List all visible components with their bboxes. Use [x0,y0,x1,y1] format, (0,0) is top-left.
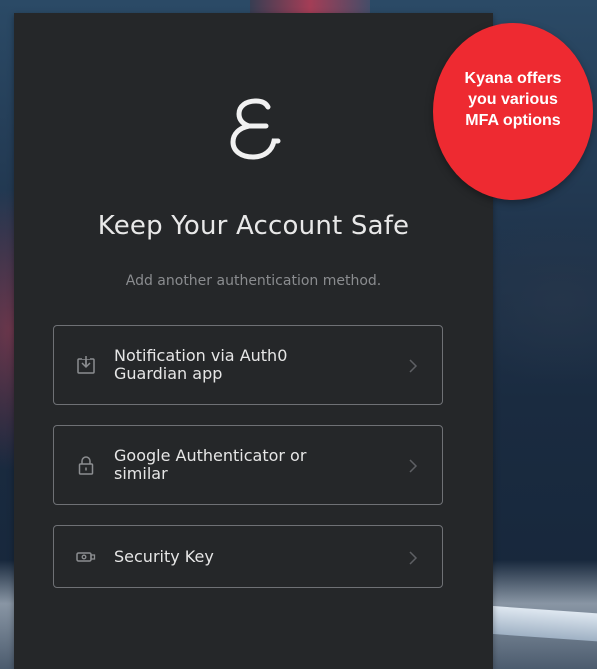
option-label-line1: Security Key [114,546,214,566]
option-label-line2: similar [114,464,168,483]
ampersand-logo-icon [14,95,493,172]
ampersand-logo-svg [229,98,280,160]
option-label: Notification via Auth0 Guardian app [114,347,384,383]
mfa-callout-badge: Kyana offers you various MFA options [433,23,593,200]
security-key-icon [76,547,96,567]
chevron-right-icon [408,458,418,473]
callout-line-1: Kyana offers [464,70,562,87]
lock-icon [76,455,96,475]
option-label: Google Authenticator or similar [114,447,384,483]
download-to-phone-icon [76,355,96,375]
option-label: Security Key [114,546,384,566]
callout-text: Kyana offers you various MFA options [443,68,583,131]
page-title: Keep Your Account Safe [97,211,410,241]
mfa-panel: Keep Your Account Safe Add another authe… [14,13,493,669]
chevron-right-icon [408,550,418,565]
option-label-line1: Google Authenticator or [114,446,307,465]
option-guardian-notification[interactable]: Notification via Auth0 Guardian app [53,325,443,405]
option-label-line2: Guardian app [114,364,223,383]
callout-line-2: you various [468,91,558,108]
option-security-key[interactable]: Security Key [53,525,443,588]
chevron-right-icon [408,358,418,373]
page-subtitle: Add another authentication method. [125,273,382,289]
callout-line-3: MFA options [465,112,561,129]
option-label-line1: Notification via Auth0 [114,346,288,365]
option-google-authenticator[interactable]: Google Authenticator or similar [53,425,443,505]
